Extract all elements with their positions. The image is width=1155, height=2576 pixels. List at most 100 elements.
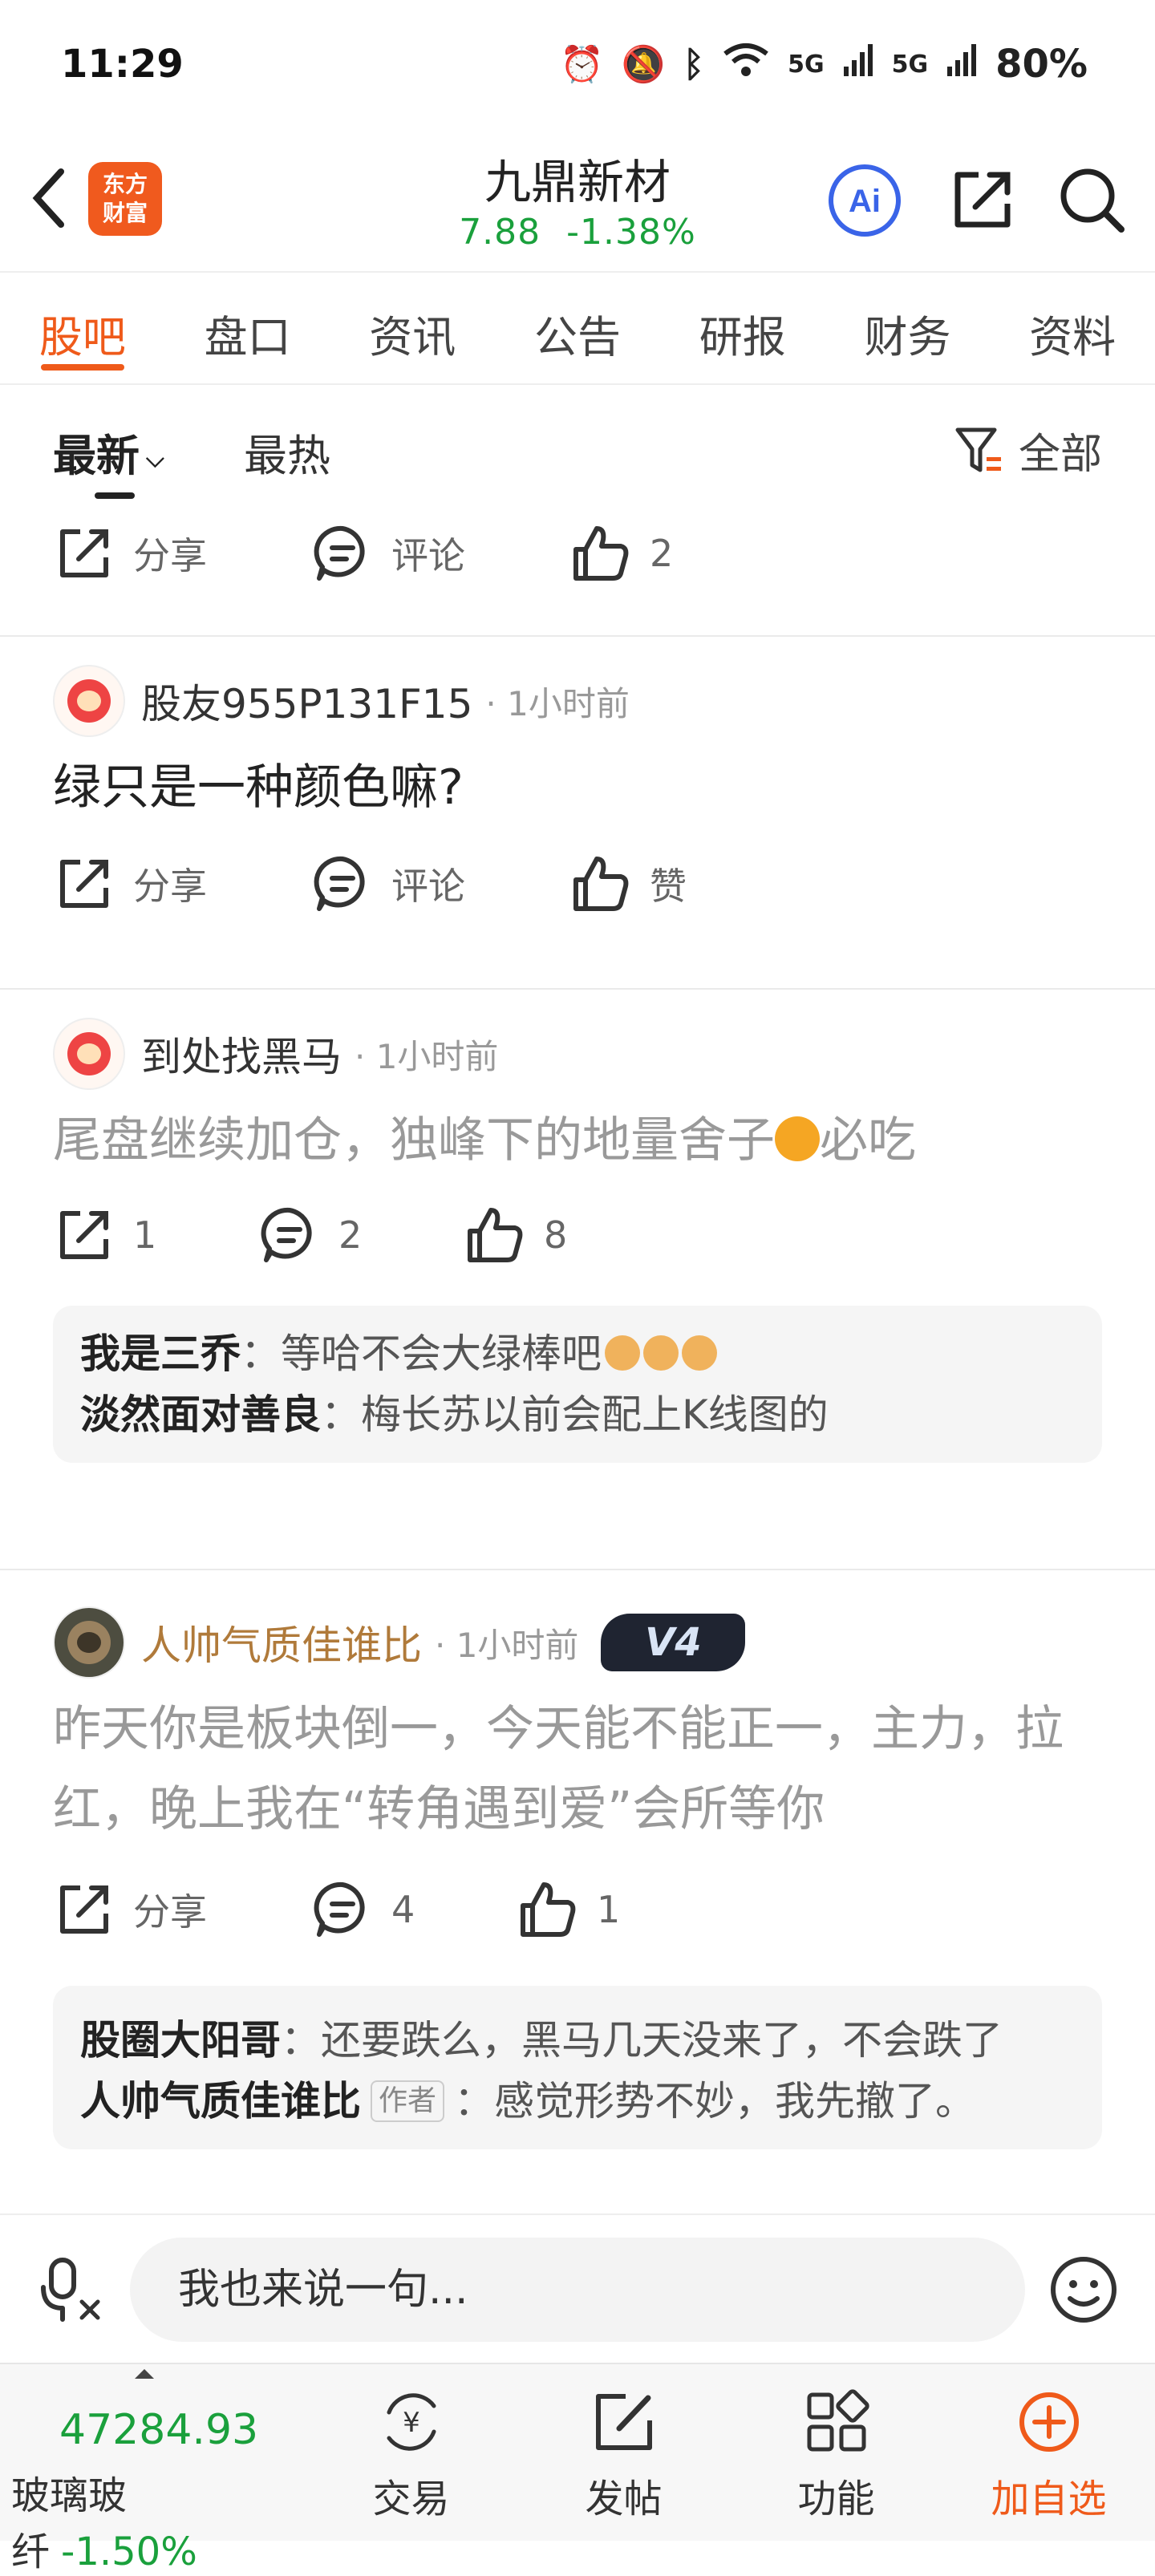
nav-functions-label: 功能	[797, 2477, 875, 2521]
avatar-image	[67, 1032, 111, 1075]
sort-latest-button[interactable]: 最新 ⌵	[53, 420, 164, 484]
like-count: 1	[597, 1888, 621, 1931]
network-label: 5G	[788, 50, 825, 79]
post-actions: 1 2 8	[53, 1181, 1102, 1290]
comment-icon	[314, 525, 365, 581]
tab-news[interactable]: 资讯	[330, 273, 495, 383]
thumbs-up-icon	[521, 1882, 576, 1937]
share-label: 分享	[133, 865, 207, 908]
share-count: 1	[133, 1213, 157, 1257]
post-text[interactable]: 绿只是一种颜色嘛?	[53, 747, 1102, 828]
post-feed: 分享 评论 2 股友955P131F15 1小时前 绿只是一种颜色嘛? 分享	[0, 505, 1155, 2213]
post-time: 1小时前	[355, 1030, 499, 1079]
comment-author: 我是三乔	[80, 1331, 241, 1377]
post-header: 到处找黑马 1小时前	[53, 1014, 1102, 1094]
nav-post[interactable]: 发帖	[517, 2364, 730, 2541]
thumbs-up-icon	[468, 1208, 523, 1262]
search-button[interactable]	[1056, 164, 1128, 236]
user-name[interactable]: 到处找黑马	[141, 1025, 342, 1083]
stock-price: 7.88	[459, 212, 541, 253]
comment-text: ：梅长苏以前会配上K线图的	[321, 1391, 829, 1438]
comment-action[interactable]: 评论	[311, 853, 569, 915]
sector-index-value: 47284.93	[59, 2406, 259, 2454]
post-text[interactable]: 尾盘继续加仓，独峰下的地量舍子 必吃	[53, 1100, 1102, 1181]
nav-functions[interactable]: 功能	[730, 2364, 942, 2541]
like-action[interactable]: 8	[464, 1204, 567, 1266]
post-item: 人帅气质佳谁比 1小时前 V4 昨天你是板块倒一，今天能不能正一，主力，拉红，晚…	[0, 1570, 1155, 2149]
stock-header: 东方 财富 九鼎新材 7.88 -1.38% Ai	[0, 128, 1155, 273]
share-label: 分享	[133, 1890, 207, 1934]
nav-trade[interactable]: ¥ 交易	[305, 2364, 517, 2541]
comment-icon	[314, 856, 365, 911]
post-text-start: 尾盘继续加仓，独峰下的地量舍子	[53, 1112, 775, 1169]
like-action[interactable]: 1	[517, 1878, 620, 1941]
comment-count: 4	[391, 1888, 415, 1931]
vip-level-badge: V4	[601, 1614, 746, 1671]
tab-profile[interactable]: 资料	[990, 273, 1155, 383]
share-action[interactable]: 分享	[53, 1878, 311, 1941]
filter-label: 全部	[1018, 431, 1102, 479]
comment-composer	[0, 2213, 1155, 2363]
network-label-2: 5G	[891, 50, 929, 79]
voice-input-button[interactable]	[37, 2255, 104, 2323]
comment-author: 淡然面对善良	[80, 1391, 321, 1438]
mute-icon: 🔕	[621, 44, 666, 85]
thumbs-up-icon	[573, 526, 629, 581]
post-text[interactable]: 昨天你是板块倒一，今天能不能正一，主力，拉红，晚上我在“转角遇到爱”会所等你	[53, 1689, 1102, 1849]
post-actions: 分享 评论 赞	[53, 828, 1102, 940]
bluetooth-icon: ᛒ	[683, 43, 705, 85]
share-icon	[60, 1211, 108, 1259]
tab-announcements[interactable]: 公告	[495, 273, 660, 383]
sort-hot-button[interactable]: 最热	[244, 420, 330, 484]
comment-author: 人帅气质佳谁比	[80, 2078, 361, 2124]
nav-add-watchlist[interactable]: 加自选	[942, 2364, 1155, 2541]
share-action[interactable]: 1	[53, 1204, 258, 1266]
like-label: 赞	[650, 865, 687, 908]
comment-input[interactable]	[130, 2238, 1025, 2342]
comment-author: 股圈大阳哥	[80, 2017, 281, 2064]
nav-post-label: 发帖	[585, 2477, 663, 2521]
microphone-icon	[41, 2258, 100, 2322]
signal-icon	[842, 43, 874, 87]
alarm-icon: ⏰	[560, 44, 604, 85]
comment-action[interactable]: 4	[311, 1878, 517, 1941]
user-name[interactable]: 股友955P131F15	[141, 672, 472, 730]
avatar-image	[67, 679, 111, 723]
share-label: 分享	[133, 534, 207, 577]
tab-pankou[interactable]: 盘口	[165, 273, 330, 383]
emoji-button[interactable]	[1048, 2254, 1120, 2326]
comment-preview-box[interactable]: 我是三乔：等哈不会大绿棒吧 淡然面对善良：梅长苏以前会配上K线图的	[53, 1306, 1102, 1463]
share-action[interactable]: 分享	[53, 853, 311, 915]
share-icon	[60, 1885, 108, 1934]
comment-preview-box[interactable]: 股圈大阳哥：还要跌么，黑马几天没来了，不会跌了 人帅气质佳谁比 作者 ：感觉形势不妙…	[53, 1986, 1102, 2149]
ai-assistant-button[interactable]: Ai	[826, 162, 903, 239]
bottom-nav: 47284.93 玻璃玻纤 -1.50% ¥ 交易 发帖 功能 加自选	[0, 2363, 1155, 2574]
comment-action[interactable]: 评论	[311, 522, 569, 585]
like-action[interactable]: 2	[569, 522, 673, 585]
avatar[interactable]	[53, 665, 125, 737]
tab-finance[interactable]: 财务	[825, 273, 991, 383]
share-icon	[60, 529, 108, 577]
thumbs-up-icon	[573, 857, 629, 911]
share-button[interactable]	[946, 164, 1019, 236]
sector-index-row: 玻璃玻纤 -1.50%	[11, 2464, 305, 2576]
filter-button[interactable]: 全部	[954, 420, 1102, 480]
nav-trade-label: 交易	[372, 2477, 450, 2521]
author-tag: 作者	[371, 2080, 445, 2122]
post-actions: 分享 评论 2	[53, 505, 1102, 601]
comment-text: ：还要跌么，黑马几天没来了，不会跌了	[281, 2017, 1003, 2064]
ai-icon: Ai	[829, 164, 901, 237]
tab-research[interactable]: 研报	[660, 273, 825, 383]
share-action[interactable]: 分享	[53, 522, 311, 585]
smile-emoji-icon	[775, 1116, 820, 1161]
avatar[interactable]	[53, 1018, 125, 1090]
tab-guba[interactable]: 股吧	[0, 273, 165, 383]
user-name[interactable]: 人帅气质佳谁比	[141, 1614, 422, 1671]
like-action[interactable]: 赞	[569, 853, 687, 915]
stock-tabs: 股吧 盘口 资讯 公告 研报 财务 资料	[0, 273, 1155, 385]
avatar[interactable]	[53, 1606, 125, 1679]
comment-action[interactable]: 2	[258, 1204, 464, 1266]
avatar-image	[67, 1621, 111, 1664]
sector-index-widget[interactable]: 47284.93 玻璃玻纤 -1.50%	[0, 2364, 305, 2574]
post-time: 1小时前	[485, 677, 630, 726]
